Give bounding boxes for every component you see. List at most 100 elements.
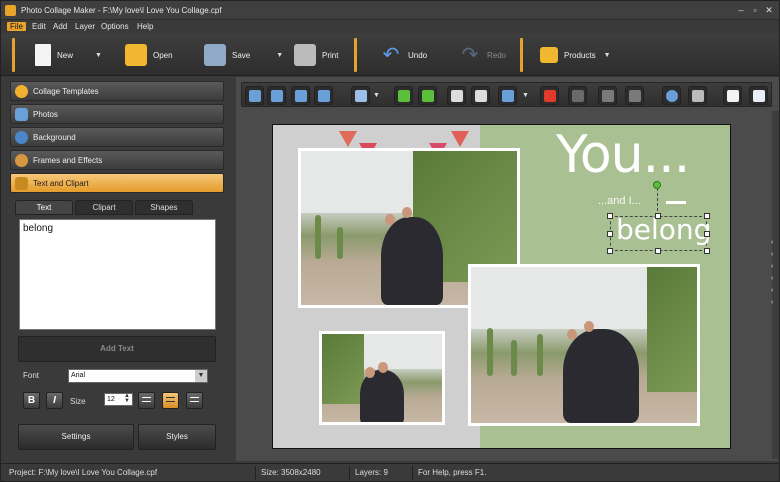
sidebar-item-collage-templates[interactable]: Collage Templates [10, 81, 224, 101]
add-page-button[interactable] [723, 86, 742, 105]
undo-arrow-icon: ↶ [382, 44, 400, 66]
resize-handle[interactable] [704, 213, 710, 219]
open-label: Open [153, 50, 173, 60]
layout-icon [502, 90, 514, 102]
gift-box-icon [540, 47, 558, 63]
align-right-button[interactable] [186, 392, 203, 409]
undo-label: Undo [408, 50, 428, 60]
bring-forward-button[interactable] [267, 86, 286, 105]
undo-button[interactable]: ↶ Undo [380, 40, 428, 70]
sidebar-item-frames-effects[interactable]: Frames and Effects [10, 150, 224, 170]
collage-photo-2[interactable] [319, 331, 445, 425]
page-options-button[interactable] [749, 86, 768, 105]
bring-to-front-button[interactable] [245, 86, 264, 105]
close-button[interactable]: ✕ [762, 4, 776, 16]
resize-handle[interactable] [704, 231, 710, 237]
text-input[interactable]: belong [19, 219, 216, 330]
sidebar-item-text-clipart[interactable]: Text and Clipart [10, 173, 224, 193]
print-button[interactable]: Print [294, 40, 338, 70]
add-text-button[interactable]: Add Text [18, 336, 216, 362]
maximize-button[interactable]: ▫ [748, 4, 762, 16]
photo-face [378, 362, 388, 373]
delete-button[interactable] [540, 86, 559, 105]
rotate-right-button[interactable] [418, 86, 437, 105]
vertical-scrollbar[interactable] [772, 111, 779, 459]
products-button[interactable]: Products ▼ [540, 40, 611, 70]
chevron-left-icon[interactable]: ‹ [771, 287, 773, 294]
main-toolbar: New ▼ Open Save ▼ Print ↶ Undo ↷ Redo Pr… [1, 34, 779, 76]
menu-layer[interactable]: Layer [72, 22, 98, 31]
photo-foliage [322, 334, 364, 405]
menu-options[interactable]: Options [98, 22, 132, 31]
resize-handle[interactable] [704, 248, 710, 254]
menu-add[interactable]: Add [50, 22, 70, 31]
headline-text[interactable]: You... [556, 125, 690, 185]
crop-button[interactable] [568, 86, 587, 105]
status-layers: Layers: 9 [355, 468, 388, 477]
sidebar-item-background[interactable]: Background [10, 127, 224, 147]
subline-text[interactable]: ...and I... [598, 195, 641, 207]
selected-text[interactable]: belong [616, 213, 711, 246]
chevron-left-icon[interactable]: ‹ [771, 263, 773, 270]
layout-button[interactable] [498, 86, 517, 105]
photo-face [385, 214, 395, 225]
menu-help[interactable]: Help [134, 22, 156, 31]
italic-button[interactable]: I [46, 392, 63, 409]
new-dropdown-icon[interactable]: ▼ [95, 52, 102, 59]
cut-button[interactable] [625, 86, 644, 105]
settings-button[interactable]: Settings [18, 424, 134, 450]
open-button[interactable]: Open [125, 40, 173, 70]
send-backward-button[interactable] [291, 86, 310, 105]
align-dropdown-icon[interactable]: ▼ [373, 92, 380, 99]
styles-button[interactable]: Styles [138, 424, 216, 450]
resize-handle[interactable] [655, 248, 661, 254]
photo-image [322, 334, 442, 422]
layout-dropdown-icon[interactable]: ▼ [522, 92, 529, 99]
print-label: Print [322, 50, 339, 60]
properties-button[interactable] [662, 86, 681, 105]
font-select[interactable]: Arial ▼ [68, 369, 208, 383]
decorative-dash [666, 201, 686, 204]
chevron-left-icon[interactable]: ‹ [771, 239, 773, 246]
resize-handle[interactable] [655, 213, 661, 219]
align-left-button[interactable] [138, 392, 155, 409]
align-center-button[interactable] [162, 392, 179, 409]
products-dropdown-icon[interactable]: ▼ [604, 52, 611, 59]
collage-photo-3[interactable] [468, 264, 700, 426]
chevron-left-icon[interactable]: ‹ [771, 275, 773, 282]
size-stepper[interactable]: 12 ▲ ▼ [104, 393, 133, 406]
save-button[interactable]: Save ▼ [204, 40, 283, 70]
resize-handle[interactable] [607, 231, 613, 237]
chevron-left-icon[interactable]: ‹ [771, 251, 773, 258]
flip-horizontal-button[interactable] [447, 86, 466, 105]
sidebar-item-label: Frames and Effects [33, 155, 103, 165]
send-to-back-button[interactable] [314, 86, 333, 105]
save-dropdown-icon[interactable]: ▼ [276, 52, 283, 59]
brush-icon [602, 90, 614, 102]
menu-file[interactable]: File [7, 22, 26, 31]
stepper-arrows-icon[interactable]: ▲ ▼ [124, 393, 130, 404]
toolbar-separator [354, 38, 357, 72]
minimize-button[interactable]: – [734, 4, 748, 16]
resize-handle[interactable] [607, 213, 613, 219]
collage-page[interactable]: You... ...and I... belong [272, 124, 731, 449]
effects-button[interactable] [598, 86, 617, 105]
flip-vertical-button[interactable] [471, 86, 490, 105]
menu-edit[interactable]: Edit [29, 22, 49, 31]
tab-text[interactable]: Text [15, 200, 73, 215]
tab-clipart[interactable]: Clipart [75, 200, 133, 215]
align-button[interactable] [351, 86, 370, 105]
chevron-left-icon[interactable]: ‹ [771, 299, 773, 306]
photo-foliage [647, 267, 697, 392]
sidebar-item-photos[interactable]: Photos [10, 104, 224, 124]
rotate-handle[interactable] [653, 181, 661, 189]
redo-button[interactable]: ↷ Redo [459, 40, 507, 70]
tab-shapes[interactable]: Shapes [135, 200, 193, 215]
rotate-left-button[interactable] [394, 86, 413, 105]
chevron-down-icon[interactable]: ▼ [195, 370, 207, 382]
bold-button[interactable]: B [23, 392, 40, 409]
lock-button[interactable] [688, 86, 707, 105]
new-button[interactable]: New ▼ [35, 40, 102, 70]
size-value: 12 [107, 396, 115, 403]
resize-handle[interactable] [607, 248, 613, 254]
